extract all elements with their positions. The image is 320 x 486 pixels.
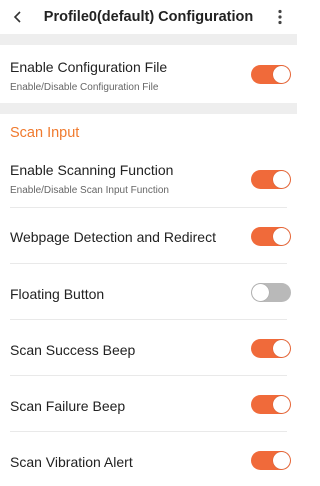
more-vertical-icon[interactable] (271, 7, 289, 27)
toggle-knob (273, 396, 290, 413)
toggle-knob (273, 340, 290, 357)
toggle-knob (252, 284, 269, 301)
floating-button-toggle[interactable] (251, 283, 291, 302)
scan-success-beep-label: Scan Success Beep (10, 342, 136, 358)
webpage-detection-row[interactable]: Webpage Detection and Redirect (0, 208, 297, 264)
scanning-function-label: Enable Scanning Function (10, 162, 174, 178)
floating-button-label: Floating Button (10, 286, 105, 302)
section-title-scan-input: Scan Input (10, 125, 80, 141)
config-file-row[interactable]: Enable Configuration File Enable/Disable… (0, 45, 297, 103)
scan-vibration-alert-toggle[interactable] (251, 451, 291, 470)
toggle-knob (273, 452, 290, 469)
toggle-knob (273, 228, 290, 245)
scan-vibration-alert-row[interactable]: Scan Vibration Alert (0, 432, 297, 486)
config-file-label: Enable Configuration File (10, 59, 168, 75)
page-title: Profile0(default) Configuration (43, 9, 254, 25)
toggle-knob (273, 66, 290, 83)
config-file-subtitle: Enable/Disable Configuration File (10, 82, 159, 93)
scan-success-beep-toggle[interactable] (251, 339, 291, 358)
scanning-function-toggle[interactable] (251, 170, 291, 189)
webpage-detection-label: Webpage Detection and Redirect (10, 229, 216, 245)
section-separator (0, 34, 297, 45)
scan-vibration-alert-label: Scan Vibration Alert (10, 454, 133, 470)
scanning-function-row[interactable]: Enable Scanning Function Enable/Disable … (0, 152, 297, 208)
floating-button-row[interactable]: Floating Button (0, 264, 297, 320)
scan-failure-beep-toggle[interactable] (251, 395, 291, 414)
section-separator (0, 103, 297, 114)
config-file-toggle[interactable] (251, 65, 291, 84)
scan-success-beep-row[interactable]: Scan Success Beep (0, 320, 297, 376)
scanning-function-subtitle: Enable/Disable Scan Input Function (10, 185, 169, 196)
scan-failure-beep-label: Scan Failure Beep (10, 398, 126, 414)
scan-failure-beep-row[interactable]: Scan Failure Beep (0, 376, 297, 432)
webpage-detection-toggle[interactable] (251, 227, 291, 246)
toggle-knob (273, 171, 290, 188)
app-bar: Profile0(default) Configuration (0, 0, 297, 34)
